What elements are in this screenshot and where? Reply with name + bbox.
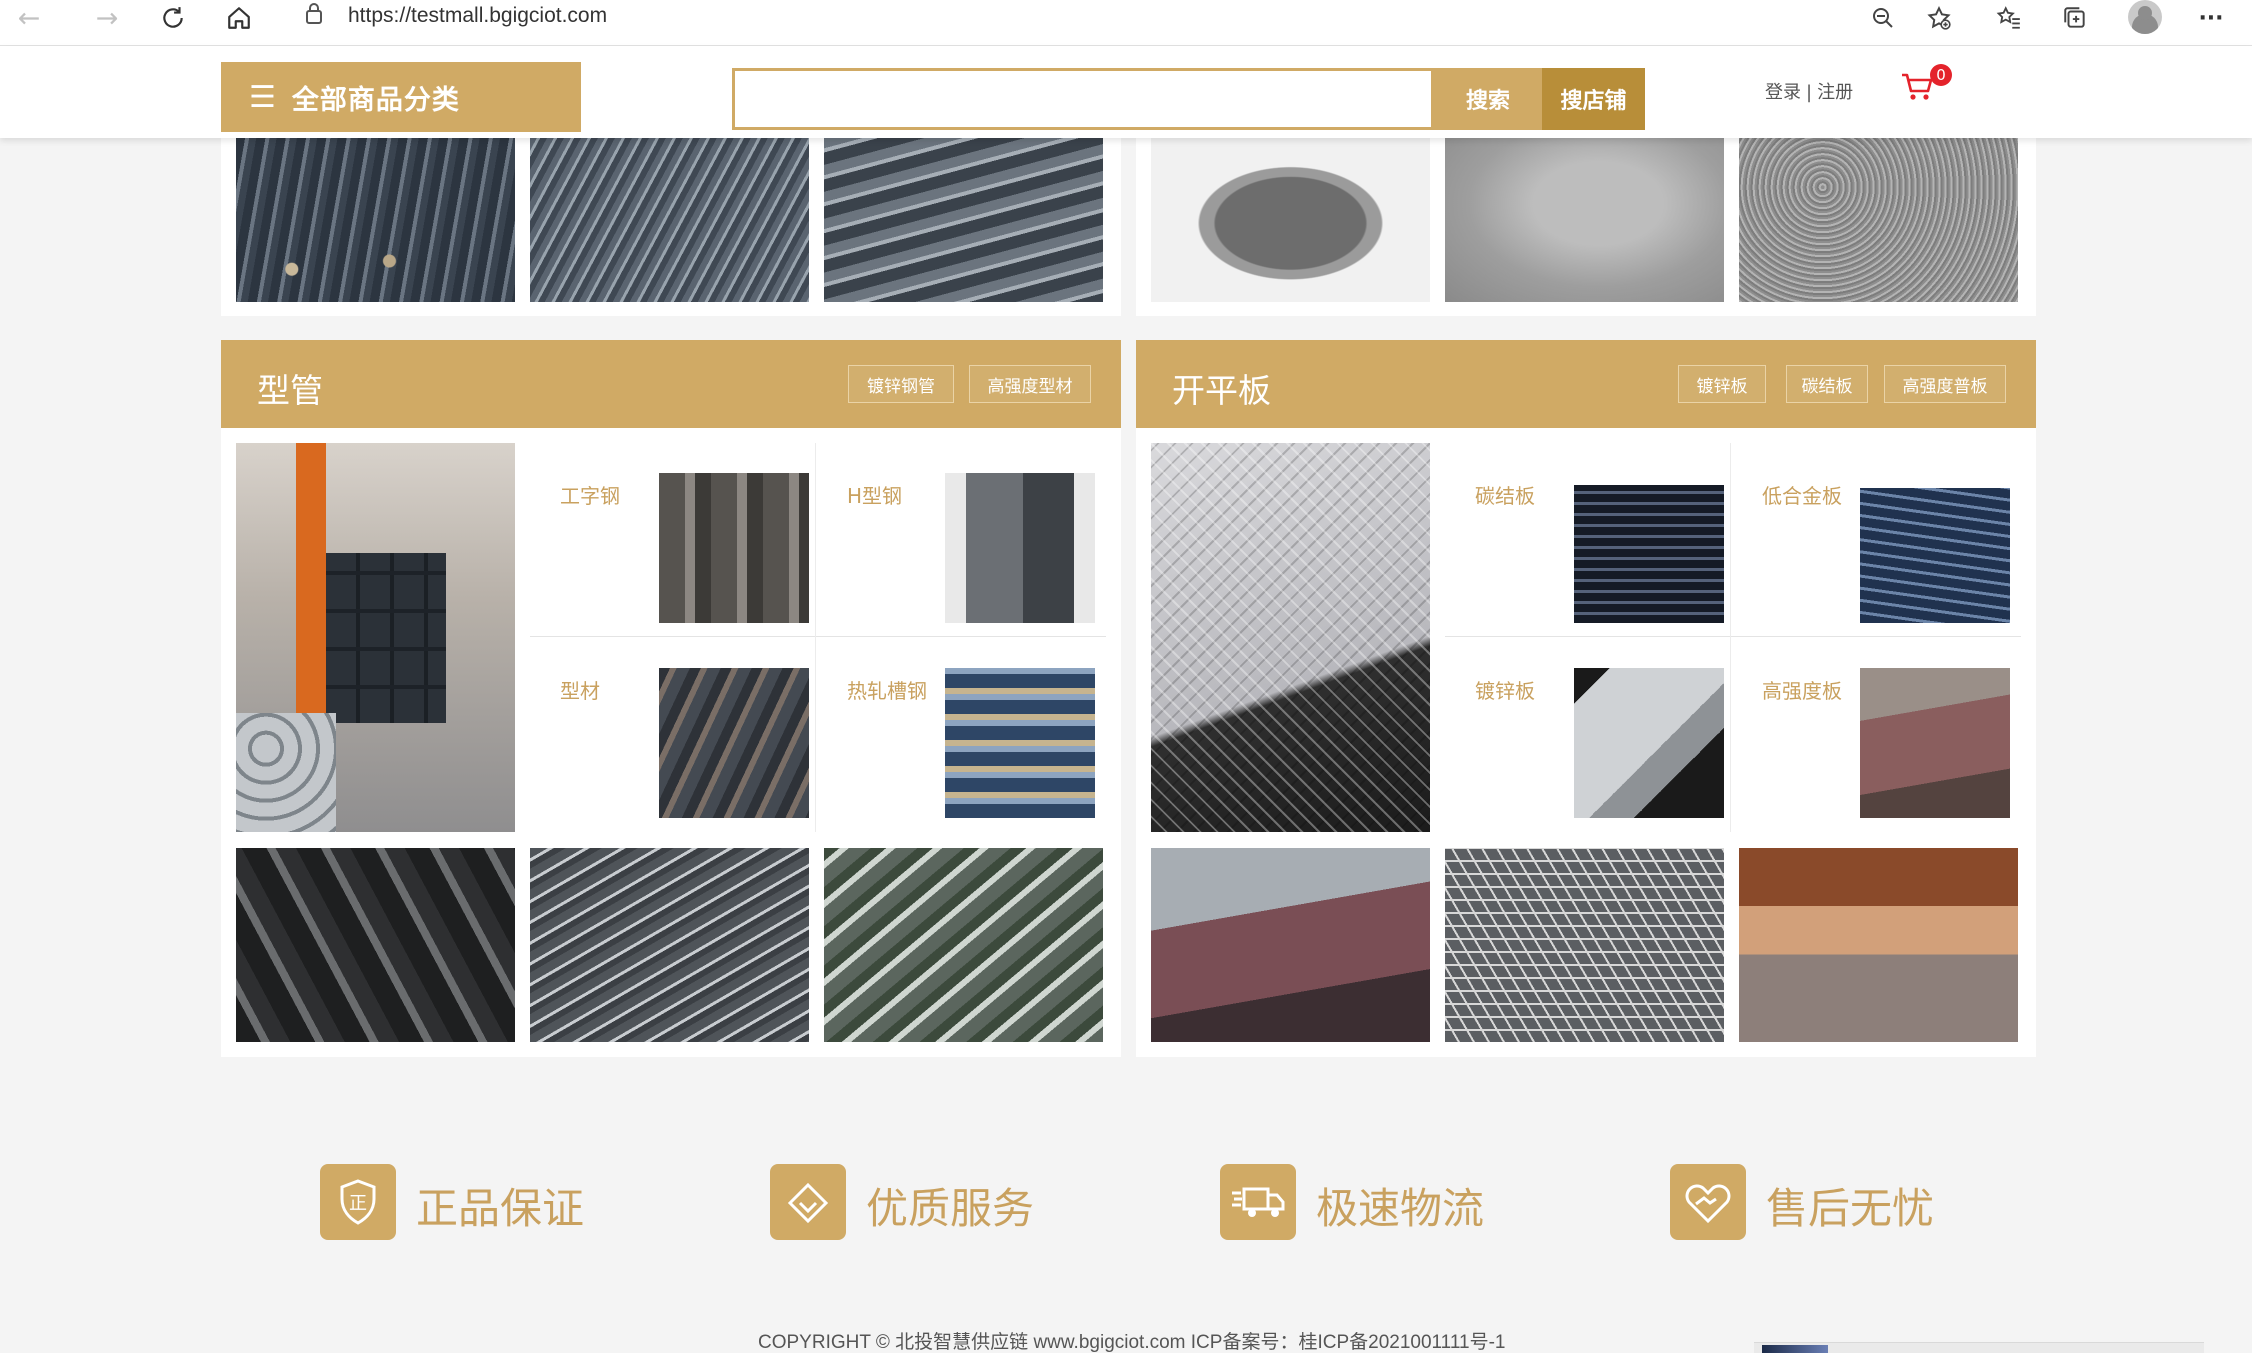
section-title[interactable]: 开平板	[1172, 364, 1271, 412]
diamond-icon	[770, 1164, 846, 1240]
login-divider: |	[1806, 82, 1813, 103]
profile-icon[interactable]	[2128, 0, 2162, 34]
feature-after-sales-label: 售后无忧	[1766, 1184, 1935, 1233]
login-register: 登录 | 注册	[1765, 78, 1853, 104]
item-label-h-beam[interactable]: H型钢	[847, 480, 902, 509]
login-link[interactable]: 登录	[1765, 82, 1801, 103]
galvanized-plate-image[interactable]	[1574, 668, 1724, 818]
plate-bottom-image-2[interactable]	[1445, 848, 1724, 1042]
search-field[interactable]	[732, 68, 1434, 130]
tag-high-strength-plate[interactable]: 高强度普板	[1884, 365, 2006, 403]
search-input[interactable]	[735, 71, 1431, 127]
profile-bottom-image-2[interactable]	[530, 848, 809, 1042]
flat-plate-header: 开平板 镀锌板 碳结板 高强度普板	[1136, 340, 2036, 428]
footer-copyright: COPYRIGHT © 北投智慧供应链 www.bgigciot.com ICP…	[758, 1332, 1506, 1353]
i-beam-image[interactable]	[659, 473, 809, 623]
feature-quality-service-label: 优质服务	[866, 1184, 1035, 1233]
search-button[interactable]: 搜索	[1434, 68, 1542, 130]
square-tube-feature-image[interactable]	[236, 443, 515, 832]
zoom-out-icon[interactable]	[1860, 0, 1906, 36]
cart-icon	[1902, 73, 1933, 100]
rebar-image-2[interactable]	[530, 138, 809, 302]
add-favorite-icon[interactable]	[1916, 0, 1962, 36]
handshake-heart-icon	[1670, 1164, 1746, 1240]
h-beam-image[interactable]	[945, 473, 1095, 623]
low-alloy-plate-image[interactable]	[1860, 473, 2010, 623]
hot-rolled-channel-image[interactable]	[945, 668, 1095, 818]
tag-galvanized-plate[interactable]: 镀锌板	[1678, 365, 1766, 403]
powder-image-2[interactable]	[1445, 138, 1724, 302]
tag-high-strength-profile[interactable]: 高强度型材	[969, 365, 1091, 403]
all-categories-button[interactable]: ☰ 全部商品分类	[221, 62, 581, 132]
profile-tube-section: 型管 镀锌钢管 高强度型材 工字钢 H型钢 型材 热轧槽钢	[221, 340, 1121, 1057]
certificate-icon: 正	[320, 1164, 396, 1240]
feature-fast-logistics-label: 极速物流	[1316, 1184, 1485, 1233]
powder-image-1[interactable]	[1151, 138, 1430, 302]
checker-plate-feature-image[interactable]	[1151, 443, 1430, 832]
truck-icon	[1220, 1164, 1296, 1240]
item-label-carbon-plate[interactable]: 碳结板	[1475, 480, 1535, 509]
cart-count-badge: 0	[1930, 64, 1952, 86]
section-title[interactable]: 型管	[257, 364, 323, 412]
svg-text:正: 正	[349, 1193, 367, 1214]
tag-carbon-plate[interactable]: 碳结板	[1786, 365, 1868, 403]
profile-image[interactable]	[659, 668, 809, 818]
more-icon[interactable]: ···	[2188, 0, 2234, 36]
cart-button[interactable]: 0	[1900, 64, 1954, 104]
url-text[interactable]: https://testmall.bgigciot.com	[348, 4, 607, 28]
all-categories-label: 全部商品分类	[291, 84, 460, 116]
rebar-image-3[interactable]	[824, 138, 1103, 302]
plate-bottom-image-3[interactable]	[1739, 848, 2018, 1042]
powder-image-3[interactable]	[1739, 138, 2018, 302]
floating-chat-widget[interactable]	[1754, 1342, 2204, 1353]
register-link[interactable]: 注册	[1817, 82, 1853, 103]
tag-galvanized-pipe[interactable]: 镀锌钢管	[848, 365, 954, 403]
rebar-image-1[interactable]	[236, 138, 515, 302]
carbon-plate-image[interactable]	[1574, 473, 1724, 623]
high-strength-plate-image[interactable]	[1860, 668, 2010, 818]
lock-icon[interactable]	[304, 1, 324, 31]
forward-icon[interactable]: →	[84, 0, 130, 36]
chat-avatar	[1762, 1345, 1828, 1353]
rebar-section-panel	[221, 138, 1121, 316]
powder-section-panel	[1136, 138, 2036, 316]
address-bar[interactable]: https://testmall.bgigciot.com	[296, 0, 1996, 34]
profile-bottom-image-1[interactable]	[236, 848, 515, 1042]
item-label-galvanized-plate[interactable]: 镀锌板	[1475, 675, 1535, 704]
item-label-hot-rolled-channel[interactable]: 热轧槽钢	[847, 675, 927, 704]
browser-toolbar: ← → https://testmall.bgigciot.com ···	[0, 0, 2252, 46]
profile-tube-header: 型管 镀锌钢管 高强度型材	[221, 340, 1121, 428]
home-icon[interactable]	[216, 0, 262, 36]
search-shop-button[interactable]: 搜店铺	[1542, 68, 1645, 130]
back-icon[interactable]: ←	[6, 0, 52, 36]
collections-icon[interactable]	[2052, 0, 2098, 36]
favorites-icon[interactable]	[1986, 0, 2032, 36]
item-label-i-beam[interactable]: 工字钢	[560, 480, 620, 509]
menu-icon: ☰	[249, 79, 276, 115]
flat-plate-section: 开平板 镀锌板 碳结板 高强度普板 碳结板 低合金板 镀锌板 高强度板	[1136, 340, 2036, 1057]
feature-genuine-label: 正品保证	[416, 1184, 585, 1233]
profile-bottom-image-3[interactable]	[824, 848, 1103, 1042]
refresh-icon[interactable]	[150, 0, 196, 36]
site-header: ☰ 全部商品分类 搜索 搜店铺 登录 | 注册 0	[0, 46, 2252, 138]
item-label-high-strength-plate[interactable]: 高强度板	[1762, 675, 1842, 704]
item-label-low-alloy-plate[interactable]: 低合金板	[1762, 480, 1842, 509]
plate-bottom-image-1[interactable]	[1151, 848, 1430, 1042]
item-label-profile[interactable]: 型材	[560, 675, 600, 704]
